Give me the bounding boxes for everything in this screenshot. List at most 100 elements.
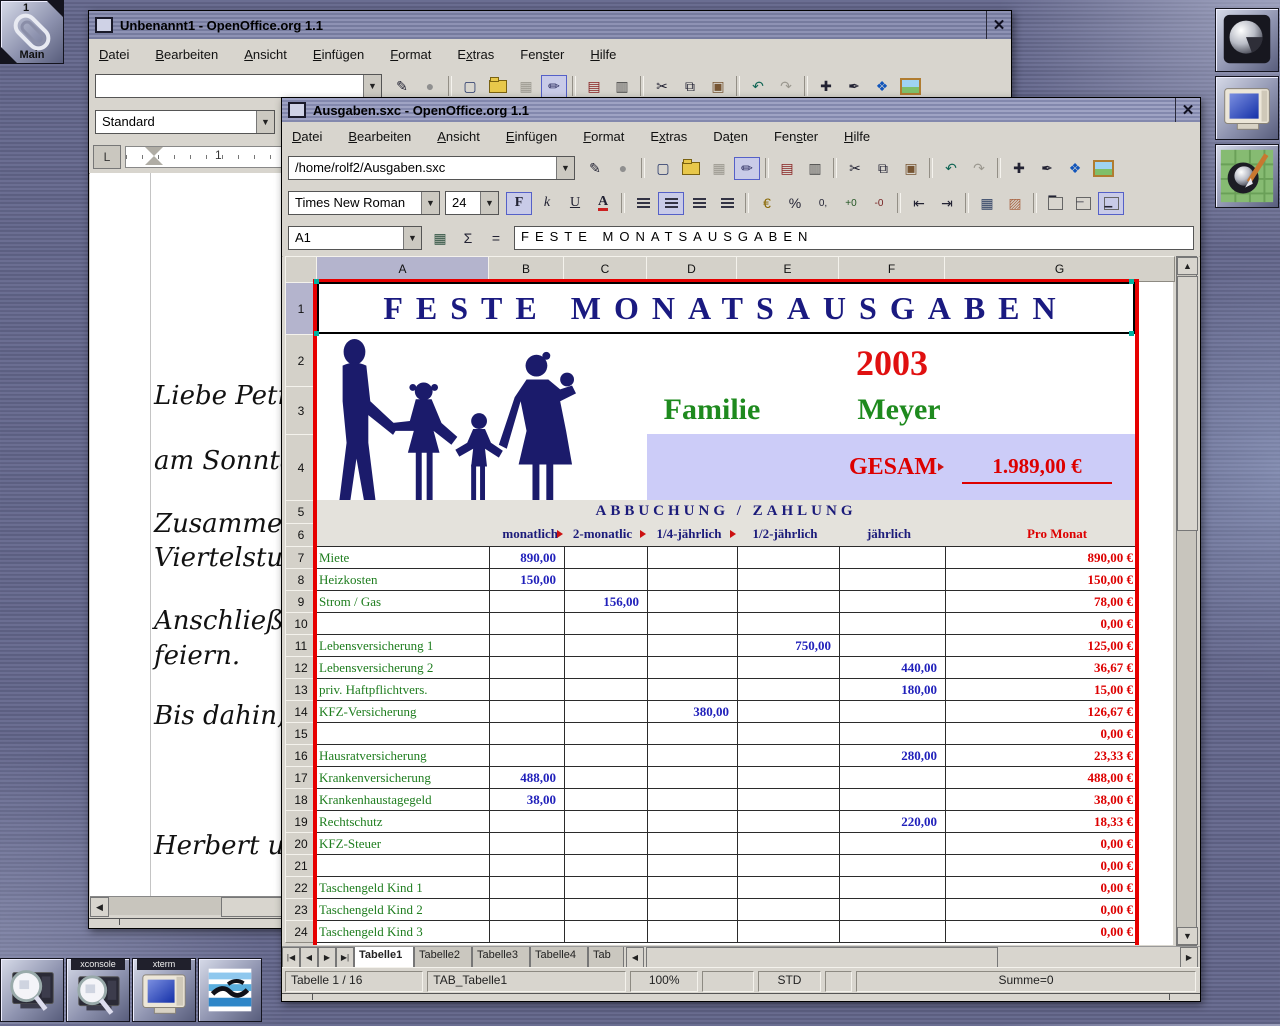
open-document-icon[interactable] bbox=[485, 75, 511, 98]
formula-input[interactable]: FESTE MONATSAUSGABEN bbox=[514, 226, 1194, 250]
pro-monat-cell[interactable]: 488,00 € bbox=[945, 767, 1133, 788]
column-header-A[interactable]: A bbox=[316, 256, 489, 282]
writer-url-dropdown-icon[interactable]: ▼ bbox=[363, 75, 381, 97]
window-menu-icon[interactable] bbox=[95, 17, 113, 33]
menu-daten[interactable]: Daten bbox=[713, 129, 748, 144]
tab-scroll-left-icon[interactable]: ◀ bbox=[626, 947, 644, 968]
menu-fenster[interactable]: Fenster bbox=[520, 47, 564, 62]
calc-titlebar[interactable]: Ausgaben.sxc - OpenOffice.org 1.1 ✕ bbox=[282, 98, 1200, 123]
table-row-13[interactable]: priv. Haftpflichtvers.180,0015,00 € bbox=[317, 678, 1135, 701]
cell-A1-title[interactable]: FESTE MONATSAUSGABEN bbox=[317, 282, 1135, 334]
pro-monat-cell[interactable]: 0,00 € bbox=[945, 613, 1133, 634]
writer-close-button[interactable]: ✕ bbox=[986, 11, 1011, 39]
dock-app-xterm[interactable]: xterm bbox=[132, 958, 196, 1022]
table-row-22[interactable]: Taschengeld Kind 10,00 € bbox=[317, 876, 1135, 899]
navigator-icon[interactable]: ✚ bbox=[1006, 157, 1032, 180]
tab-type-selector[interactable]: L bbox=[93, 145, 121, 169]
value-cell[interactable]: 488,00 bbox=[489, 767, 556, 788]
cell-ref-dropdown-icon[interactable]: ▼ bbox=[403, 227, 421, 249]
standard-format-icon[interactable]: 0, bbox=[810, 192, 836, 215]
row-label[interactable] bbox=[319, 855, 487, 876]
table-row-19[interactable]: Rechtschutz220,0018,33 € bbox=[317, 810, 1135, 833]
table-row-14[interactable]: KFZ-Versicherung380,00126,67 € bbox=[317, 700, 1135, 723]
table-row-17[interactable]: Krankenversicherung488,00488,00 € bbox=[317, 766, 1135, 789]
row-header-13[interactable]: 13 bbox=[285, 678, 317, 701]
table-row-12[interactable]: Lebensversicherung 2440,0036,67 € bbox=[317, 656, 1135, 679]
font-size-dropdown-icon[interactable]: ▼ bbox=[480, 192, 498, 214]
align-right-button[interactable] bbox=[686, 192, 712, 215]
row-header-5[interactable]: 5 bbox=[285, 500, 317, 524]
row-label[interactable]: Hausratversicherung bbox=[319, 745, 487, 766]
cell-reference-value[interactable]: A1 bbox=[289, 227, 403, 249]
menu-einfügen[interactable]: Einfügen bbox=[313, 47, 364, 62]
calc-url-dropdown-icon[interactable]: ▼ bbox=[556, 157, 574, 179]
row-label[interactable]: Krankenhaustagegeld bbox=[319, 789, 487, 810]
menu-ansicht[interactable]: Ansicht bbox=[437, 129, 480, 144]
pro-monat-cell[interactable]: 125,00 € bbox=[945, 635, 1133, 656]
indent-marker-icon[interactable] bbox=[145, 147, 163, 156]
value-cell[interactable]: 750,00 bbox=[737, 635, 831, 656]
calc-url-combobox[interactable]: /home/rolf2/Ausgaben.sxc ▼ bbox=[288, 156, 575, 180]
scroll-down-icon[interactable]: ▼ bbox=[1177, 927, 1198, 945]
value-cell[interactable]: 890,00 bbox=[489, 547, 556, 568]
calc-url-value[interactable]: /home/rolf2/Ausgaben.sxc bbox=[289, 157, 556, 179]
pro-monat-cell[interactable]: 0,00 € bbox=[945, 877, 1133, 898]
align-justify-button[interactable] bbox=[714, 192, 740, 215]
stop-loading-icon[interactable]: ● bbox=[417, 75, 443, 98]
row-label[interactable]: priv. Haftpflichtvers. bbox=[319, 679, 487, 700]
load-url-icon[interactable]: ✎ bbox=[389, 75, 415, 98]
save-document-icon[interactable]: ▦ bbox=[706, 157, 732, 180]
row-header-19[interactable]: 19 bbox=[285, 810, 317, 833]
sheet-tab-Tabelle1[interactable]: Tabelle1 bbox=[354, 947, 414, 968]
value-cell[interactable]: 280,00 bbox=[839, 745, 937, 766]
value-cell[interactable]: 156,00 bbox=[564, 591, 639, 612]
writer-url-value[interactable] bbox=[96, 75, 363, 97]
menu-fenster[interactable]: Fenster bbox=[774, 129, 818, 144]
row-label[interactable]: KFZ-Steuer bbox=[319, 833, 487, 854]
row-header-14[interactable]: 14 bbox=[285, 700, 317, 723]
cell-reference-box[interactable]: A1 ▼ bbox=[288, 226, 422, 250]
increase-indent-icon[interactable]: ⇥ bbox=[934, 192, 960, 215]
row-header-2[interactable]: 2 bbox=[285, 334, 317, 387]
row-label[interactable]: Miete bbox=[319, 547, 487, 568]
row-label[interactable]: Strom / Gas bbox=[319, 591, 487, 612]
row-header-11[interactable]: 11 bbox=[285, 634, 317, 657]
pro-monat-cell[interactable]: 38,00 € bbox=[945, 789, 1133, 810]
column-header-cell-jährlich[interactable]: jährlich bbox=[839, 523, 941, 546]
cell-gesamt-value[interactable]: 1.989,00 € bbox=[962, 452, 1112, 484]
table-row-24[interactable]: Taschengeld Kind 30,00 € bbox=[317, 920, 1135, 943]
dock-app-sphere[interactable] bbox=[1215, 8, 1279, 72]
font-name-combobox[interactable]: Times New Roman ▼ bbox=[288, 191, 440, 215]
cell-section-header[interactable]: ABBUCHUNG / ZAHLUNG bbox=[317, 500, 1135, 523]
column-header-C[interactable]: C bbox=[563, 256, 647, 282]
next-sheet-icon[interactable]: ▶ bbox=[318, 947, 336, 968]
table-row-21[interactable]: 0,00 € bbox=[317, 854, 1135, 877]
align-center-button[interactable] bbox=[658, 192, 684, 215]
italic-button[interactable]: k bbox=[534, 192, 560, 215]
row-label[interactable] bbox=[319, 613, 487, 634]
new-document-icon[interactable]: ▢ bbox=[650, 157, 676, 180]
column-header-D[interactable]: D bbox=[646, 256, 737, 282]
indent-marker-bottom-icon[interactable] bbox=[145, 156, 163, 165]
workspace-clip[interactable]: 1 Main bbox=[0, 0, 64, 64]
dock-app-xconsole[interactable]: xconsole bbox=[66, 958, 130, 1022]
first-sheet-icon[interactable]: |◀ bbox=[282, 947, 300, 968]
open-document-icon[interactable] bbox=[678, 157, 704, 180]
print-file-icon[interactable]: ▤ bbox=[774, 157, 800, 180]
table-row-7[interactable]: Miete890,00890,00 € bbox=[317, 546, 1135, 569]
pro-monat-cell[interactable]: 0,00 € bbox=[945, 855, 1133, 876]
edit-file-icon[interactable]: ✏ bbox=[734, 157, 760, 180]
stylist-icon[interactable]: ✒ bbox=[1034, 157, 1060, 180]
new-document-icon[interactable]: ▢ bbox=[457, 75, 483, 98]
hyperlink-bar-icon[interactable]: ❖ bbox=[869, 75, 895, 98]
value-cell[interactable]: 440,00 bbox=[839, 657, 937, 678]
background-color-icon[interactable]: ▨ bbox=[1002, 192, 1028, 215]
percent-format-icon[interactable]: % bbox=[782, 192, 808, 215]
cell-year[interactable]: 2003 bbox=[822, 340, 962, 386]
row-label[interactable]: Lebensversicherung 1 bbox=[319, 635, 487, 656]
font-name-value[interactable]: Times New Roman bbox=[289, 192, 421, 214]
print-direct-icon[interactable]: ▥ bbox=[802, 157, 828, 180]
menu-datei[interactable]: Datei bbox=[99, 47, 129, 62]
menu-bearbeiten[interactable]: Bearbeiten bbox=[155, 47, 218, 62]
valign-bottom-icon[interactable]: ▁ bbox=[1098, 192, 1124, 215]
